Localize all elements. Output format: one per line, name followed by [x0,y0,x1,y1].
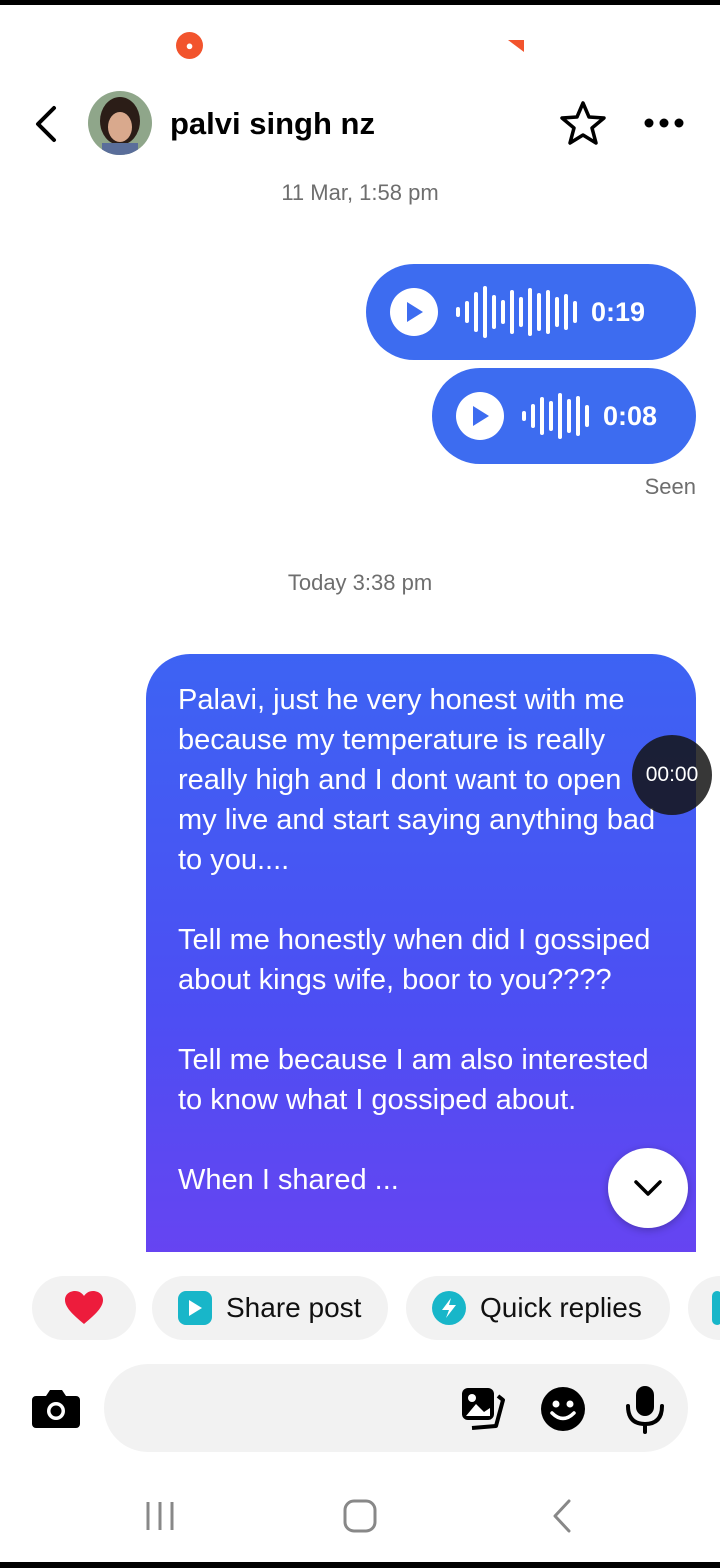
heart-icon [65,1291,103,1324]
heart-chip[interactable] [32,1276,136,1340]
chip-icon [712,1291,720,1325]
back-nav-icon [553,1499,571,1533]
text-message-bubble[interactable]: Palavi, just he very honest with me beca… [146,654,696,1252]
contact-name[interactable]: palvi singh nz [170,106,375,142]
recent-apps-button[interactable] [130,1494,190,1538]
emoji-icon [541,1387,585,1431]
camera-button[interactable] [30,1384,82,1432]
system-nav-bar [0,1480,720,1552]
camera-icon [32,1390,80,1428]
emoji-button[interactable] [540,1386,586,1432]
share-post-chip[interactable]: Share post [152,1276,388,1340]
lightning-icon [432,1291,466,1325]
waveform [522,386,589,446]
chevron-down-icon [634,1180,662,1196]
voice-message[interactable]: 0:08 [432,368,696,464]
microphone-icon [626,1386,664,1434]
recording-timer[interactable]: 00:00 [632,735,712,815]
seen-status: Seen [644,474,696,499]
message-timestamp: Today 3:38 pm [287,570,433,595]
home-icon [343,1499,377,1533]
waveform [456,282,577,342]
voice-duration: 0:19 [591,296,646,327]
gallery-icon [462,1388,505,1430]
gallery-button[interactable] [460,1386,506,1430]
back-nav-button[interactable] [532,1494,592,1538]
share-post-icon [178,1291,212,1325]
chevron-left-icon [36,106,56,142]
screen-record-icon: ● [176,32,203,59]
favorite-button[interactable] [558,98,608,148]
recent-apps-icon [146,1502,174,1530]
bottom-edge [0,1562,720,1568]
message-text: Palavi, just he very honest with me beca… [178,684,656,1196]
quick-replies-chip[interactable]: Quick replies [406,1276,670,1340]
message-timestamp: 11 Mar, 1:58 pm [281,180,439,205]
chat-header: palvi singh nz [0,88,720,160]
home-button[interactable] [330,1494,390,1538]
play-icon [407,302,423,322]
message-list[interactable]: Palavi, just he very honest with me beca… [0,620,720,1252]
scroll-to-bottom-button[interactable] [608,1148,688,1228]
avatar[interactable] [88,91,152,155]
more-options-button[interactable] [638,98,690,148]
voice-message[interactable]: 0:19 [366,264,696,360]
voice-duration: 0:08 [603,400,658,431]
notification-indicator [508,40,524,52]
message-input[interactable] [128,1388,448,1428]
share-post-label: Share post [226,1292,362,1323]
quick-replies-label: Quick replies [480,1292,642,1323]
play-button[interactable] [390,288,438,336]
top-edge [0,0,720,5]
more-horizontal-icon [644,118,684,128]
back-button[interactable] [26,102,66,146]
message-composer [0,1364,720,1452]
star-outline-icon [560,101,606,145]
message-input-container[interactable] [104,1364,688,1452]
more-chip[interactable] [688,1276,720,1340]
quick-actions-bar[interactable]: Share post Quick replies [0,1276,720,1340]
play-button[interactable] [456,392,504,440]
play-icon [473,406,489,426]
microphone-button[interactable] [622,1384,668,1434]
